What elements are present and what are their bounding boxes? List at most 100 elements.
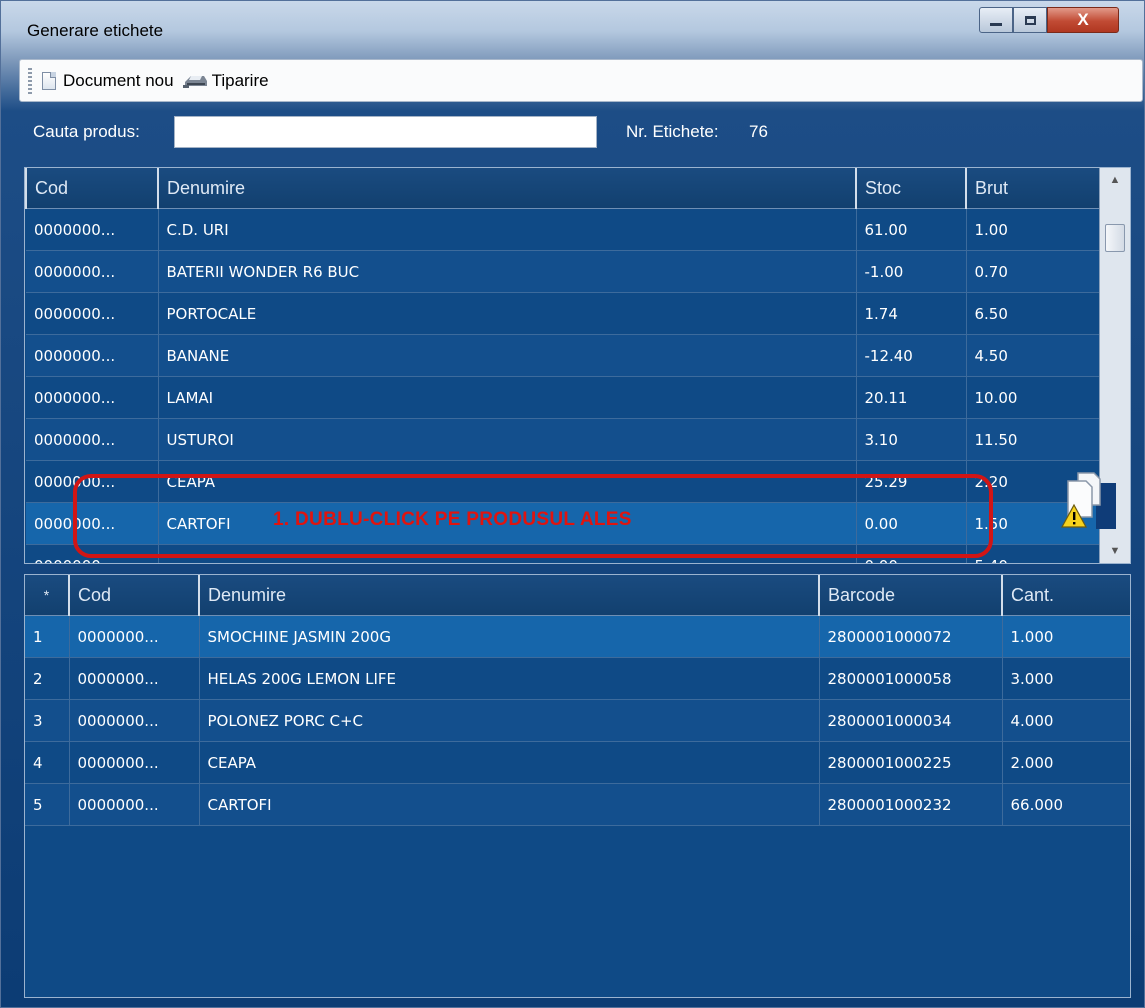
table-row[interactable]: 0000000... PORTOCALE 1.74 6.50 [26, 292, 1102, 335]
cell-cod: 0000000... [26, 376, 159, 419]
scroll-up-icon[interactable]: ▲ [1100, 168, 1130, 192]
label-count-value: 76 [749, 122, 768, 141]
cell-barcode: 2800001000058 [819, 657, 1003, 700]
cell-barcode: 2800001000072 [819, 615, 1003, 658]
scroll-down-icon[interactable]: ▼ [1100, 539, 1130, 563]
maximize-icon [1024, 15, 1036, 25]
cell-brut: 0.70 [966, 250, 1102, 293]
table-row-selected[interactable]: 1 0000000... SMOCHINE JASMIN 200G 280000… [25, 615, 1130, 658]
scroll-thumb[interactable] [1105, 224, 1125, 252]
cell-barcode: 2800001000232 [819, 783, 1003, 826]
table-row[interactable]: 0000000... LAMAI 20.11 10.00 [26, 376, 1102, 419]
cell-denumire: USTUROI [158, 418, 857, 461]
col-header-index[interactable]: * [25, 575, 70, 616]
search-input[interactable] [174, 116, 597, 148]
cell-denumire: CEAPA [199, 741, 820, 784]
close-button[interactable]: X [1047, 7, 1119, 33]
minimize-icon [990, 22, 1002, 26]
cell-stoc: 3.10 [856, 418, 967, 461]
label-count-label: Nr. Etichete: [626, 122, 719, 141]
close-icon: X [1077, 10, 1089, 29]
labels-table: * Cod Denumire Barcode Cant. 1 0000000..… [25, 575, 1130, 826]
toolbar: Document nou Tiparire [19, 59, 1143, 102]
cell-cantitate: 66.000 [1002, 783, 1130, 826]
app-window: Generare etichete X Document nou Tiparir… [0, 0, 1145, 1008]
printer-icon [182, 75, 207, 88]
cell-stoc: 1.74 [856, 292, 967, 335]
cell-cod: 0000000... [69, 699, 200, 742]
cell-cod: 0000000... [26, 292, 159, 335]
cell-cod: 0000000... [69, 741, 200, 784]
window-title: Generare etichete [27, 21, 164, 40]
cell-denumire: CARTOFI [199, 783, 820, 826]
cell-brut: 4.50 [966, 334, 1102, 377]
cell-cantitate: 4.000 [1002, 699, 1130, 742]
col-header-brut[interactable]: Brut [965, 168, 1102, 209]
table-row[interactable]: 0000000... USTUROI 3.10 11.50 [26, 418, 1102, 461]
products-header-row: Cod Denumire Stoc Brut [25, 168, 1102, 209]
col-header-denumire[interactable]: Denumire [157, 168, 857, 209]
cell-cantitate: 2.000 [1002, 741, 1130, 784]
col-header-barcode[interactable]: Barcode [818, 575, 1003, 616]
cell-stoc: 61.00 [856, 208, 967, 251]
cell-index: 4 [25, 741, 70, 784]
cell-denumire: HELAS 200G LEMON LIFE [199, 657, 820, 700]
print-label: Tiparire [211, 70, 269, 90]
cell-cantitate: 3.000 [1002, 657, 1130, 700]
cell-stoc: -12.40 [856, 334, 967, 377]
cell-stoc: -1.00 [856, 250, 967, 293]
table-row[interactable]: 0000000... BANANE -12.40 4.50 [26, 334, 1102, 377]
cell-cod: 0000000... [69, 657, 200, 700]
cell-denumire: PORTOCALE [158, 292, 857, 335]
maximize-button[interactable] [1013, 7, 1047, 33]
search-row: Cauta produs: Nr. Etichete: 76 [1, 114, 1145, 154]
cell-index: 5 [25, 783, 70, 826]
print-button[interactable]: Tiparire [182, 71, 269, 91]
cell-denumire: POLONEZ PORC C+C [199, 699, 820, 742]
col-header-cod[interactable]: Cod [68, 575, 200, 616]
annotation-text: 1. DUBLU-CLICK PE PRODUSUL ALES [273, 509, 632, 530]
cell-denumire: LAMAI [158, 376, 857, 419]
cell-denumire: C.D. URI [158, 208, 857, 251]
cell-barcode: 2800001000225 [819, 741, 1003, 784]
cell-index: 1 [25, 615, 70, 658]
cell-cod: 0000000... [26, 250, 159, 293]
cell-denumire: BANANE [158, 334, 857, 377]
cell-index: 3 [25, 699, 70, 742]
cell-cod: 0000000... [26, 334, 159, 377]
cell-brut: 10.00 [966, 376, 1102, 419]
warning-documents-icon [1060, 472, 1116, 529]
cell-denumire: SMOCHINE JASMIN 200G [199, 615, 820, 658]
cell-cod: 0000000... [26, 418, 159, 461]
cell-cod: 0000000... [69, 783, 200, 826]
labels-header-row: * Cod Denumire Barcode Cant. [25, 575, 1130, 616]
cell-brut: 6.50 [966, 292, 1102, 335]
cell-index: 2 [25, 657, 70, 700]
toolbar-grip[interactable] [28, 67, 32, 94]
new-document-button[interactable]: Document nou [42, 71, 174, 91]
cell-brut: 1.00 [966, 208, 1102, 251]
minimize-button[interactable] [979, 7, 1013, 33]
table-row[interactable]: 4 0000000... CEAPA 2800001000225 2.000 [25, 741, 1130, 784]
cell-cod: 0000000... [26, 208, 159, 251]
table-row[interactable]: 5 0000000... CARTOFI 2800001000232 66.00… [25, 783, 1130, 826]
title-bar[interactable]: Generare etichete X [1, 1, 1145, 51]
search-label: Cauta produs: [33, 122, 140, 141]
cell-denumire: BATERII WONDER R6 BUC [158, 250, 857, 293]
col-header-cod[interactable]: Cod [25, 168, 159, 209]
col-header-stoc[interactable]: Stoc [855, 168, 967, 209]
cell-barcode: 2800001000034 [819, 699, 1003, 742]
table-row[interactable]: 0000000... C.D. URI 61.00 1.00 [26, 208, 1102, 251]
labels-grid[interactable]: * Cod Denumire Barcode Cant. 1 0000000..… [24, 574, 1131, 998]
new-document-label: Document nou [63, 70, 174, 90]
document-icon [42, 71, 56, 90]
cell-brut: 11.50 [966, 418, 1102, 461]
cell-cantitate: 1.000 [1002, 615, 1130, 658]
table-row[interactable]: 3 0000000... POLONEZ PORC C+C 2800001000… [25, 699, 1130, 742]
cell-stoc: 20.11 [856, 376, 967, 419]
table-row[interactable]: 2 0000000... HELAS 200G LEMON LIFE 28000… [25, 657, 1130, 700]
col-header-cantitate[interactable]: Cant. [1001, 575, 1130, 616]
cell-cod: 0000000... [69, 615, 200, 658]
table-row[interactable]: 0000000... BATERII WONDER R6 BUC -1.00 0… [26, 250, 1102, 293]
col-header-denumire[interactable]: Denumire [198, 575, 820, 616]
